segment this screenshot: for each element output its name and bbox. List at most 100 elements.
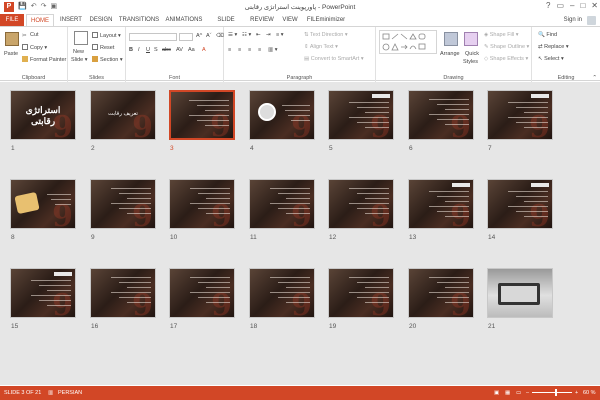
- text-direction-button[interactable]: ⇅ Text Direction ▾: [304, 32, 348, 38]
- underline-button[interactable]: U: [146, 47, 150, 53]
- cut-button[interactable]: ✂ Cut: [22, 32, 39, 39]
- slide-watermark-graphic: 9: [370, 110, 391, 140]
- slide-text-line: [524, 112, 548, 113]
- slide-thumbnail[interactable]: 9: [487, 179, 553, 229]
- help-icon[interactable]: ?: [546, 1, 550, 10]
- align-text-button[interactable]: ⇕ Align Text ▾: [304, 44, 338, 50]
- sign-in-link[interactable]: Sign in: [564, 17, 582, 23]
- slide-thumbnail[interactable]: 9: [90, 179, 156, 229]
- slide-text-line: [365, 198, 389, 199]
- select-button[interactable]: ↖ Select ▾: [538, 56, 564, 62]
- font-family-dropdown[interactable]: [129, 33, 177, 41]
- clipboard-group-label: Clipboard: [21, 75, 46, 81]
- slide-thumbnail[interactable]: 9: [408, 268, 474, 318]
- slide-watermark-graphic: 9: [529, 199, 550, 229]
- slide-thumbnail[interactable]: 9: [10, 268, 76, 318]
- arrange-button[interactable]: Arrange: [440, 51, 460, 57]
- zoom-level[interactable]: 60 %: [583, 390, 596, 396]
- convert-smartart-button[interactable]: ▤ Convert to SmartArt ▾: [304, 56, 364, 62]
- close-button[interactable]: ✕: [591, 1, 598, 10]
- shape-effects-button[interactable]: ◇ Shape Effects ▾: [484, 56, 528, 62]
- columns-icon[interactable]: ▥ ▾: [268, 47, 278, 53]
- paste-button[interactable]: Paste: [4, 51, 18, 57]
- shapes-gallery[interactable]: [379, 30, 437, 54]
- proofing-icon[interactable]: ▥: [48, 390, 53, 396]
- zoom-out-button[interactable]: –: [526, 390, 529, 396]
- quick-styles-button-line2[interactable]: Styles: [463, 59, 478, 65]
- slide-thumbnail[interactable]: 9: [169, 90, 235, 140]
- arrange-icon[interactable]: [444, 32, 458, 46]
- strikethrough-button[interactable]: abc: [162, 47, 171, 53]
- layout-button[interactable]: Layout ▾: [92, 32, 121, 39]
- decrease-indent-icon[interactable]: ⇤: [256, 32, 261, 38]
- new-slide-button-line2[interactable]: Slide ▾: [71, 57, 88, 63]
- slide-thumbnail[interactable]: [487, 268, 553, 318]
- new-slide-button-line1[interactable]: New: [73, 49, 84, 55]
- slide-text-line: [437, 297, 469, 298]
- copy-button[interactable]: Copy ▾: [22, 44, 47, 51]
- slide-thumbnail[interactable]: 9: [328, 90, 394, 140]
- account-avatar[interactable]: [587, 16, 596, 25]
- numbering-icon[interactable]: ☷ ▾: [242, 32, 251, 38]
- slide-thumbnail[interactable]: 9: [408, 90, 474, 140]
- grow-font-button[interactable]: A^: [196, 33, 202, 39]
- shrink-font-button[interactable]: Aˇ: [206, 33, 212, 39]
- bold-button[interactable]: B: [129, 47, 133, 53]
- align-right-icon[interactable]: ≡: [248, 47, 251, 53]
- zoom-slider[interactable]: [532, 392, 572, 393]
- slide-thumbnail[interactable]: 9: [10, 179, 76, 229]
- slide-text-line: [119, 297, 151, 298]
- italic-button[interactable]: I: [138, 47, 140, 53]
- slide-thumbnail[interactable]: 9: [328, 179, 394, 229]
- shadow-button[interactable]: S: [154, 47, 158, 53]
- slide-thumbnail[interactable]: 9: [249, 268, 315, 318]
- slideshow-view-icon[interactable]: ▭: [516, 390, 521, 396]
- normal-view-icon[interactable]: ▣: [494, 390, 499, 396]
- align-center-icon[interactable]: ≡: [238, 47, 241, 53]
- shape-fill-button[interactable]: ◈ Shape Fill ▾: [484, 32, 519, 38]
- slide-thumbnail[interactable]: 9: [169, 268, 235, 318]
- shape-outline-button[interactable]: ✎ Shape Outline ▾: [484, 44, 529, 50]
- character-spacing-button[interactable]: AV: [176, 47, 183, 53]
- slide-text-line: [349, 102, 389, 103]
- quick-styles-button-line1[interactable]: Quick: [465, 51, 479, 57]
- minimize-button[interactable]: –: [570, 1, 574, 10]
- slide-text-line: [270, 203, 310, 204]
- quick-styles-icon[interactable]: [464, 32, 478, 46]
- bullets-icon[interactable]: ☰ ▾: [228, 32, 237, 38]
- zoom-slider-knob[interactable]: [555, 389, 557, 396]
- new-slide-icon[interactable]: [74, 31, 88, 45]
- change-case-button[interactable]: Aa: [188, 47, 195, 53]
- reset-button[interactable]: Reset: [92, 44, 114, 51]
- slide-thumbnail[interactable]: 9: [328, 268, 394, 318]
- replace-button[interactable]: ⇄ Replace ▾: [538, 44, 569, 50]
- clear-formatting-icon[interactable]: ⌫: [216, 33, 224, 39]
- slide-thumbnail[interactable]: 9: [90, 268, 156, 318]
- font-color-button[interactable]: A: [202, 47, 206, 53]
- increase-indent-icon[interactable]: ⇥: [266, 32, 271, 38]
- slide-thumbnail[interactable]: 9 استراتژی رقابتی: [10, 90, 76, 140]
- slide-thumbnail[interactable]: 9: [249, 179, 315, 229]
- drawing-group-label: Drawing: [443, 75, 464, 81]
- slide-thumbnail[interactable]: 9: [169, 179, 235, 229]
- slide-thumbnail[interactable]: 9: [487, 90, 553, 140]
- slide-text-line: [445, 201, 469, 202]
- find-button[interactable]: 🔍 Find: [538, 32, 557, 38]
- maximize-button[interactable]: □: [580, 1, 585, 10]
- justify-icon[interactable]: ≡: [258, 47, 261, 53]
- line-spacing-icon[interactable]: ≡ ▾: [276, 32, 284, 38]
- format-painter-button[interactable]: Format Painter: [22, 56, 66, 63]
- paste-icon[interactable]: [5, 32, 19, 46]
- slide-text-line: [47, 290, 71, 291]
- zoom-in-button[interactable]: +: [575, 390, 578, 396]
- slide-thumbnail[interactable]: 9: [249, 90, 315, 140]
- align-left-icon[interactable]: ≡: [228, 47, 231, 53]
- collapse-ribbon-icon[interactable]: ⌃: [592, 75, 597, 81]
- slide-sorter-view-icon[interactable]: ▦: [505, 390, 510, 396]
- ribbon-display-icon[interactable]: ▭: [556, 1, 564, 10]
- slide-thumbnail[interactable]: 9: [408, 179, 474, 229]
- language-indicator[interactable]: PERSIAN: [58, 390, 82, 396]
- slide-thumbnail[interactable]: 9 تعریف رقابت: [90, 90, 156, 140]
- section-button[interactable]: Section ▾: [92, 56, 123, 63]
- font-size-dropdown[interactable]: [179, 33, 193, 41]
